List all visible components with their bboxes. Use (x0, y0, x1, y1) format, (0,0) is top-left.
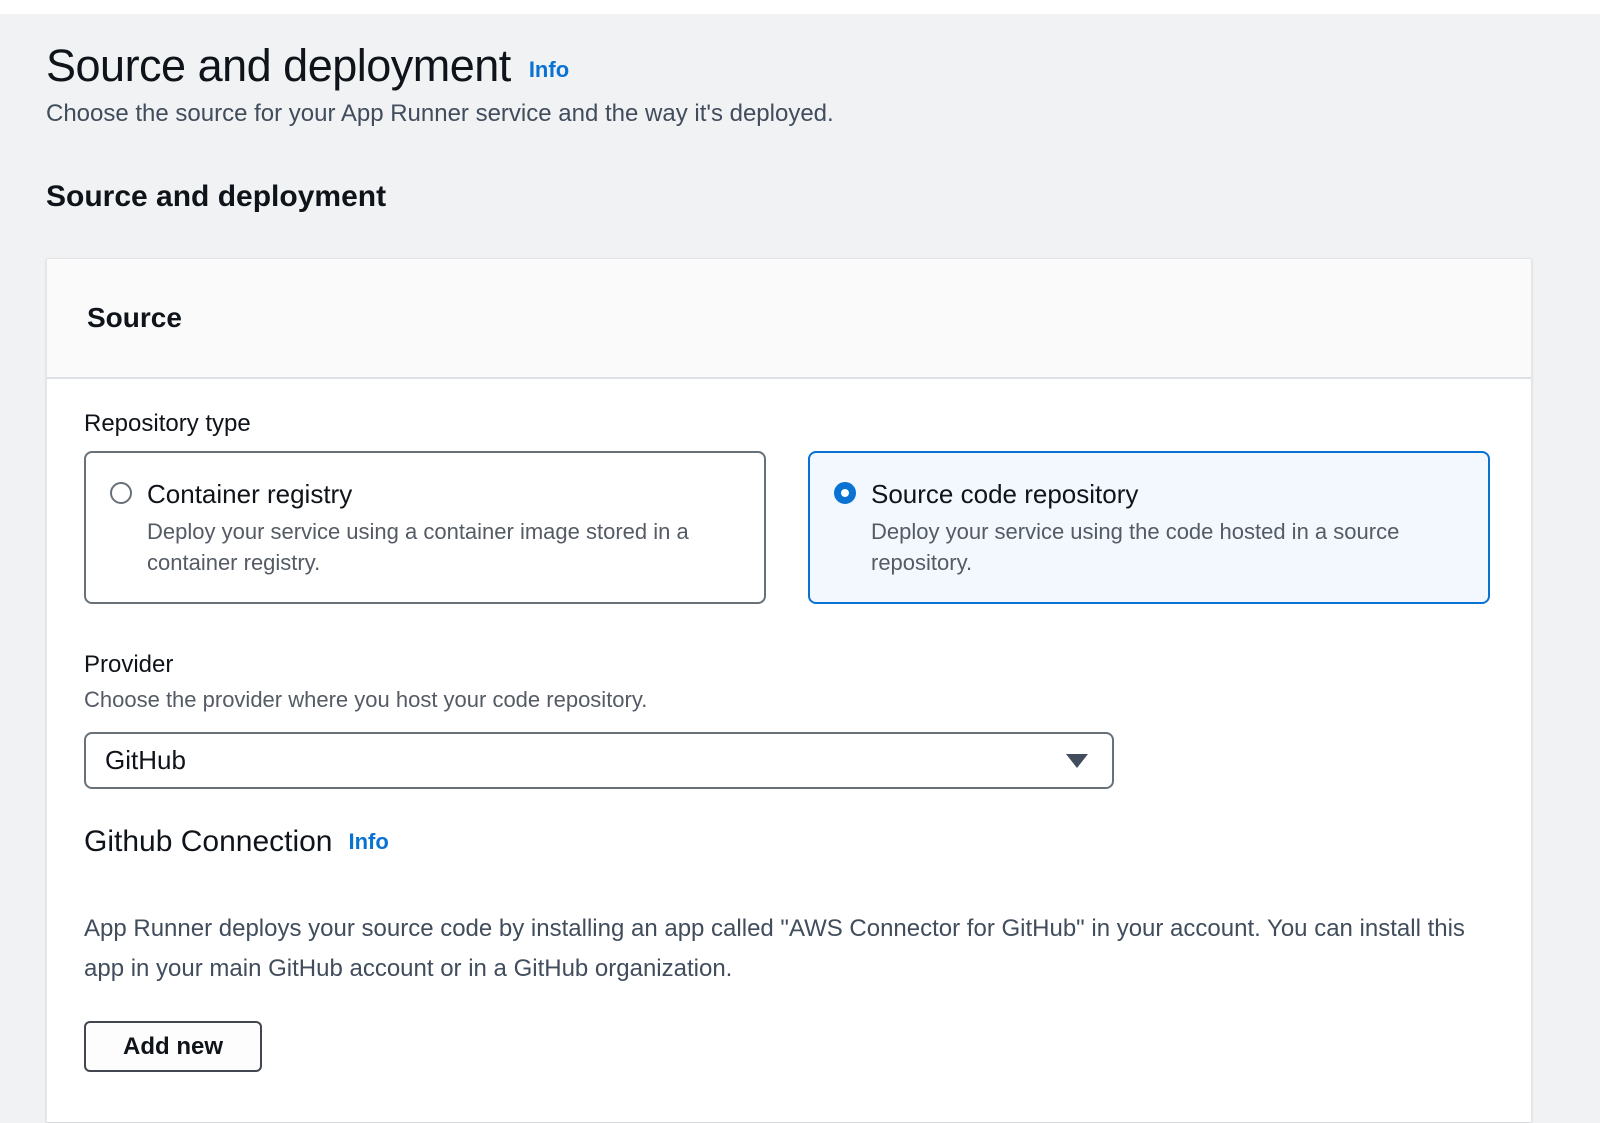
page-content: Source and deployment Info Choose the so… (0, 14, 1600, 1122)
tile-source-code-repository-description: Deploy your service using the code hoste… (871, 516, 1441, 578)
source-panel-body: Repository type Container registry Deplo… (47, 379, 1531, 1122)
caret-down-icon (1066, 754, 1088, 768)
section-heading: Source and deployment (46, 180, 1532, 214)
tile-container-registry[interactable]: Container registry Deploy your service u… (84, 451, 766, 604)
radio-container-registry[interactable] (110, 482, 132, 504)
source-panel: Source Repository type Container registr… (46, 258, 1532, 1122)
tile-source-code-repository[interactable]: Source code repository Deploy your servi… (808, 451, 1490, 604)
tile-container-registry-text: Container registry Deploy your service u… (147, 479, 717, 578)
provider-select-value: GitHub (105, 745, 186, 776)
source-panel-title: Source (87, 302, 1491, 334)
repository-type-tiles: Container registry Deploy your service u… (84, 451, 1490, 604)
provider-select[interactable]: GitHub (84, 732, 1114, 789)
provider-label: Provider (84, 650, 1490, 680)
tile-source-code-repository-title: Source code repository (871, 479, 1441, 509)
github-connection-info-link[interactable]: Info (349, 829, 389, 855)
add-new-button[interactable]: Add new (84, 1021, 262, 1072)
top-header-strip (0, 0, 1600, 14)
source-panel-header: Source (47, 259, 1531, 379)
provider-description: Choose the provider where you host your … (84, 686, 1490, 714)
tile-container-registry-title: Container registry (147, 479, 717, 509)
github-connection-header: Github Connection Info (84, 825, 1490, 859)
github-connection-body: App Runner deploys your source code by i… (84, 909, 1474, 989)
page-subtitle: Choose the source for your App Runner se… (46, 100, 1532, 128)
repository-type-label: Repository type (84, 409, 1490, 439)
github-connection-heading: Github Connection (84, 825, 333, 859)
tile-source-code-repository-text: Source code repository Deploy your servi… (871, 479, 1441, 578)
page-header: Source and deployment Info (46, 40, 1532, 92)
page-title-info-link[interactable]: Info (529, 57, 569, 83)
page-title: Source and deployment (46, 40, 511, 92)
provider-field: Provider Choose the provider where you h… (84, 650, 1490, 789)
tile-container-registry-description: Deploy your service using a container im… (147, 516, 717, 578)
radio-source-code-repository[interactable] (834, 482, 856, 504)
